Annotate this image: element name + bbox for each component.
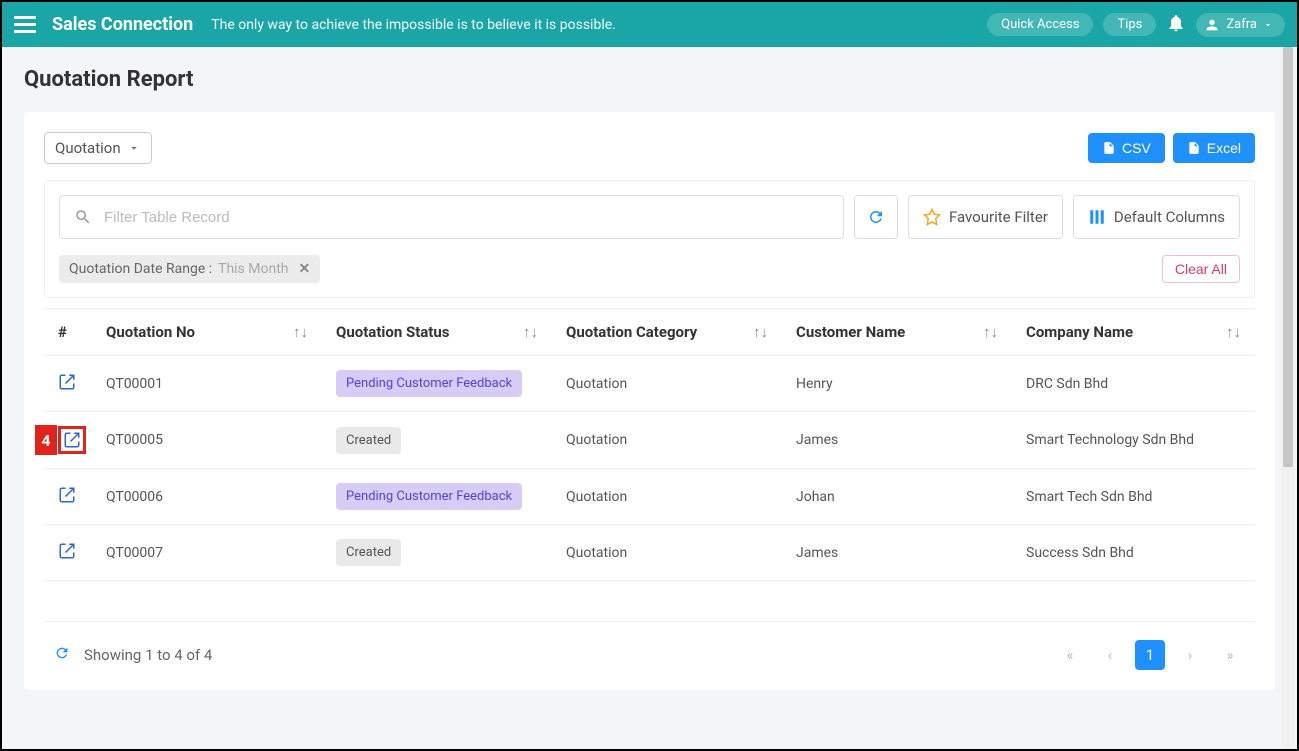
open-row-icon[interactable] xyxy=(63,431,81,449)
default-columns-label: Default Columns xyxy=(1114,208,1225,226)
cell-category: Quotation xyxy=(552,356,782,412)
page-title: Quotation Report xyxy=(24,67,1275,92)
cell-company: Smart Technology Sdn Bhd xyxy=(1012,412,1255,469)
sort-icon[interactable]: ↑↓ xyxy=(983,323,998,341)
page-next-button[interactable]: › xyxy=(1175,640,1205,670)
refresh-icon xyxy=(54,645,70,661)
chip-remove-icon[interactable]: ✕ xyxy=(299,261,311,277)
cell-category: Quotation xyxy=(552,469,782,525)
user-icon xyxy=(1204,17,1220,33)
filter-panel: Favourite Filter Default Columns Quotati… xyxy=(44,180,1255,298)
cell-category: Quotation xyxy=(552,412,782,469)
th-quotation-category[interactable]: Quotation Category↑↓ xyxy=(552,309,782,356)
cell-customer: Johan xyxy=(782,469,1012,525)
table-header-row: # Quotation No↑↓ Quotation Status↑↓ Quot… xyxy=(44,309,1255,356)
status-badge: Pending Customer Feedback xyxy=(336,483,522,510)
file-icon xyxy=(1102,141,1116,155)
bell-icon[interactable] xyxy=(1166,13,1186,37)
sort-icon[interactable]: ↑↓ xyxy=(753,323,768,341)
page-first-button[interactable]: « xyxy=(1055,640,1085,670)
cell-company: DRC Sdn Bhd xyxy=(1012,356,1255,412)
filter-chip-date-range[interactable]: Quotation Date Range : This Month ✕ xyxy=(59,255,320,283)
cell-company: Success Sdn Bhd xyxy=(1012,525,1255,581)
export-csv-button[interactable]: CSV xyxy=(1088,133,1165,163)
tagline-text: The only way to achieve the impossible i… xyxy=(211,17,616,33)
file-icon xyxy=(1187,141,1201,155)
export-excel-button[interactable]: Excel xyxy=(1173,133,1255,163)
search-box[interactable] xyxy=(59,195,844,239)
status-badge: Created xyxy=(336,427,401,454)
th-company-name[interactable]: Company Name↑↓ xyxy=(1012,309,1255,356)
chevron-down-icon xyxy=(1263,20,1273,30)
refresh-button[interactable] xyxy=(854,195,898,239)
open-row-icon[interactable] xyxy=(58,542,76,560)
cell-company: Smart Tech Sdn Bhd xyxy=(1012,469,1255,525)
search-input[interactable] xyxy=(104,209,829,226)
cell-status: Created xyxy=(322,412,552,469)
sort-icon[interactable]: ↑↓ xyxy=(1226,323,1241,341)
favourite-filter-label: Favourite Filter xyxy=(949,208,1048,226)
dropdown-label: Quotation xyxy=(55,139,121,157)
cell-quotation-no: QT00007 xyxy=(92,525,322,581)
cell-customer: James xyxy=(782,525,1012,581)
quick-access-button[interactable]: Quick Access xyxy=(987,13,1093,36)
open-row-icon[interactable] xyxy=(58,373,76,391)
user-menu[interactable]: Zafra xyxy=(1196,13,1285,37)
th-quotation-status[interactable]: Quotation Status↑↓ xyxy=(322,309,552,356)
th-quotation-no[interactable]: Quotation No↑↓ xyxy=(92,309,322,356)
callout-badge: 4 xyxy=(35,425,57,455)
report-type-dropdown[interactable]: Quotation xyxy=(44,132,152,164)
status-badge: Pending Customer Feedback xyxy=(336,370,522,397)
page-prev-button[interactable]: ‹ xyxy=(1095,640,1125,670)
quotation-table: # Quotation No↑↓ Quotation Status↑↓ Quot… xyxy=(44,308,1255,581)
chevron-down-icon xyxy=(127,141,141,155)
brand-title: Sales Connection xyxy=(52,14,193,35)
page-last-button[interactable]: » xyxy=(1215,640,1245,670)
topbar: Sales Connection The only way to achieve… xyxy=(2,2,1297,47)
status-badge: Created xyxy=(336,539,401,566)
cell-status: Pending Customer Feedback xyxy=(322,356,552,412)
pagination-info: Showing 1 to 4 of 4 xyxy=(84,646,212,664)
cell-status: Created xyxy=(322,525,552,581)
pager-refresh-button[interactable] xyxy=(54,645,70,665)
chip-value: This Month xyxy=(218,261,288,277)
cell-customer: Henry xyxy=(782,356,1012,412)
th-hash: # xyxy=(44,309,92,356)
refresh-icon xyxy=(867,208,885,226)
table-row: 4QT00005CreatedQuotationJamesSmart Techn… xyxy=(44,412,1255,469)
default-columns-button[interactable]: Default Columns xyxy=(1073,195,1240,239)
open-row-icon[interactable] xyxy=(58,486,76,504)
th-customer-name[interactable]: Customer Name↑↓ xyxy=(782,309,1012,356)
sort-icon[interactable]: ↑↓ xyxy=(293,323,308,341)
cell-quotation-no: QT00006 xyxy=(92,469,322,525)
menu-icon[interactable] xyxy=(14,16,36,33)
cell-category: Quotation xyxy=(552,525,782,581)
report-card: Quotation CSV Excel xyxy=(24,112,1275,690)
csv-label: CSV xyxy=(1122,140,1151,156)
favourite-filter-button[interactable]: Favourite Filter xyxy=(908,195,1063,239)
table-row: QT00001 Pending Customer Feedback Quotatio… xyxy=(44,356,1255,412)
user-name: Zafra xyxy=(1226,17,1257,32)
page-body: Quotation Report Quotation CSV Excel xyxy=(2,47,1297,749)
cell-quotation-no: QT00001 xyxy=(92,356,322,412)
tips-button[interactable]: Tips xyxy=(1103,13,1156,36)
chip-label: Quotation Date Range : xyxy=(69,261,212,277)
sort-icon[interactable]: ↑↓ xyxy=(523,323,538,341)
clear-all-button[interactable]: Clear All xyxy=(1162,255,1240,283)
cell-status: Pending Customer Feedback xyxy=(322,469,552,525)
page-number-current[interactable]: 1 xyxy=(1135,640,1165,670)
scrollbar[interactable] xyxy=(1281,47,1295,747)
cell-customer: James xyxy=(782,412,1012,469)
table-row: QT00006 Pending Customer Feedback Quotatio… xyxy=(44,469,1255,525)
columns-icon xyxy=(1088,208,1106,226)
pagination-bar: Showing 1 to 4 of 4 « ‹ 1 › » xyxy=(44,621,1255,690)
table-row: QT00007 Created QuotationJamesSuccess Sdn … xyxy=(44,525,1255,581)
excel-label: Excel xyxy=(1207,140,1241,156)
search-icon xyxy=(74,208,92,226)
cell-quotation-no: QT00005 xyxy=(92,412,322,469)
star-icon xyxy=(923,208,941,226)
